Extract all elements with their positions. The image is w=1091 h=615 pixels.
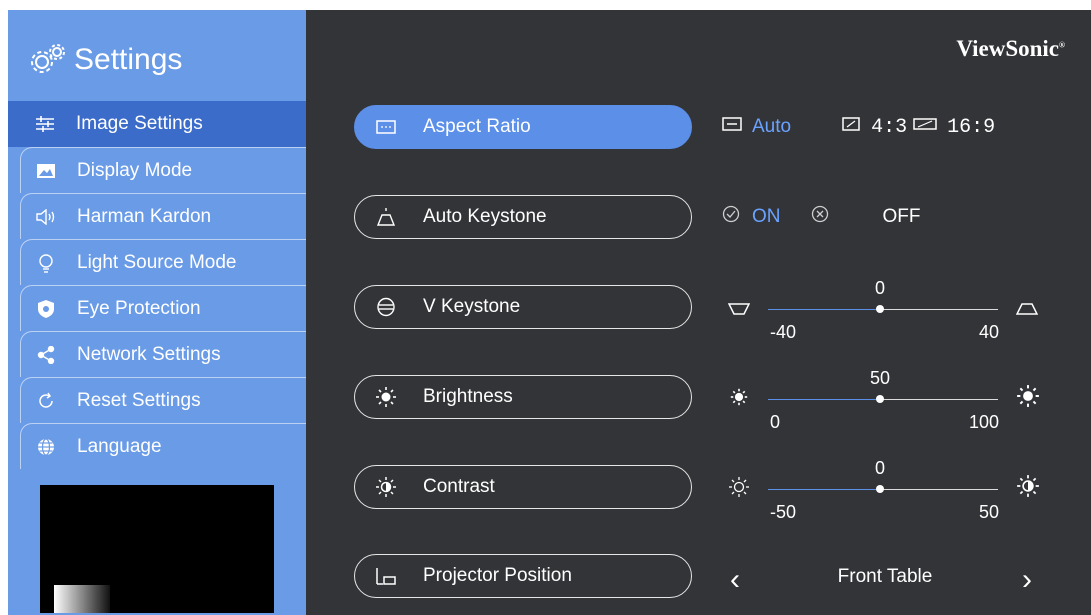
v-keystone-value: 0 [874,278,885,298]
sidebar-item-label: Light Source Mode [77,251,237,273]
auto-keystone-label: Auto Keystone [423,206,547,227]
keystone-top-wide-icon [727,302,751,320]
brightness-button[interactable]: Brightness [354,375,692,419]
aspect-ratio-label: Aspect Ratio [423,116,531,137]
sliders-icon [32,114,58,134]
contrast-value: 0 [874,458,885,478]
sidebar-item-display-mode[interactable]: Display Mode [20,147,306,193]
sidebar-item-harman-kardon[interactable]: Harman Kardon [20,193,306,239]
auto-keystone-on[interactable]: ON [722,205,781,229]
slider-track-filled [768,309,880,310]
settings-title: Settings [74,43,183,76]
sidebar-item-eye-protection[interactable]: Eye Protection [20,285,306,331]
sidebar-item-label: Image Settings [76,113,203,134]
aspect-option-auto[interactable]: Auto [722,116,791,138]
sun-large-icon [1016,384,1040,413]
auto-keystone-icon [375,206,397,228]
contrast-label: Contrast [423,476,495,497]
slider-thumb[interactable] [876,485,884,493]
globe-icon [33,437,59,457]
v-keystone-label: V Keystone [423,296,521,317]
slider-thumb[interactable] [876,305,884,313]
keystone-bottom-wide-icon [1015,302,1039,320]
brightness-label: Brightness [423,386,513,407]
slider-track [880,399,998,400]
auto-keystone-options: ON OFF [722,195,1067,239]
share-icon [33,345,59,365]
aspect-ratio-icon [375,116,397,138]
contrast-max: 50 [978,502,999,522]
slider-track-filled [768,489,880,490]
brightness-max: 100 [968,412,999,432]
sidebar-item-label: Reset Settings [77,389,201,411]
sidebar-item-network-settings[interactable]: Network Settings [20,331,306,377]
reset-icon [33,391,59,411]
aspect-4-3-icon [841,116,861,138]
settings-header: Settings [28,38,182,82]
speaker-icon [33,207,59,227]
v-keystone-button[interactable]: V Keystone [354,285,692,329]
sidebar-item-label: Eye Protection [77,297,201,319]
slider-track [880,489,998,490]
auto-keystone-button[interactable]: Auto Keystone [354,195,692,239]
contrast-slider[interactable]: 0 -50 50 [722,450,1067,530]
settings-menu: Image Settings Display Mode Harman Kardo… [8,101,306,469]
v-keystone-max: 40 [978,322,999,342]
aspect-option-16-9[interactable]: 16:9 [913,116,995,139]
contrast-low-icon [728,476,750,503]
chevron-left-icon[interactable]: ‹ [730,563,740,597]
aspect-16-9-icon [913,116,937,138]
sidebar-item-label: Network Settings [77,343,221,365]
projector-position-button[interactable]: Projector Position [354,554,692,598]
sun-icon [375,386,397,408]
auto-keystone-off[interactable]: OFF [811,205,921,229]
chevron-right-icon[interactable]: › [1022,563,1032,597]
contrast-icon [375,476,397,498]
image-preview [40,485,274,613]
contrast-min: -50 [770,502,797,522]
lightbulb-icon [33,253,59,273]
slider-thumb[interactable] [876,395,884,403]
contrast-high-icon [1016,474,1040,503]
brand-logo: ViewSonic® [956,36,1065,61]
brightness-slider[interactable]: 50 0 100 [722,360,1067,440]
sidebar-item-language[interactable]: Language [20,423,306,469]
v-keystone-icon [375,296,397,318]
gear-icon [28,42,68,78]
sidebar-item-image-settings[interactable]: Image Settings [8,101,306,147]
aspect-ratio-button[interactable]: Aspect Ratio [354,105,692,149]
slider-track-filled [768,399,880,400]
brightness-min: 0 [770,412,781,432]
sidebar-item-light-source-mode[interactable]: Light Source Mode [20,239,306,285]
slider-track [880,309,998,310]
aspect-auto-icon [722,116,742,138]
sidebar-item-label: Display Mode [77,159,193,181]
check-circle-icon [722,205,740,229]
picture-icon [33,161,59,181]
preview-gradient [54,585,110,613]
v-keystone-min: -40 [770,322,797,342]
v-keystone-slider[interactable]: 0 -40 40 [722,270,1067,350]
sidebar-item-label: Harman Kardon [77,205,212,227]
x-circle-icon [811,205,829,229]
projector-position-label: Projector Position [423,565,572,586]
projector-position-value: Front Table [837,566,933,587]
contrast-button[interactable]: Contrast [354,465,692,509]
projector-table-icon [375,565,397,587]
sidebar-item-reset-settings[interactable]: Reset Settings [20,377,306,423]
brightness-value: 50 [869,368,891,388]
sun-small-icon [730,388,748,411]
aspect-ratio-options: Auto 4:3 16:9 [722,105,1067,149]
aspect-option-4-3[interactable]: 4:3 [841,116,907,139]
sidebar-item-label: Language [77,435,162,457]
eye-shield-icon [33,299,59,319]
